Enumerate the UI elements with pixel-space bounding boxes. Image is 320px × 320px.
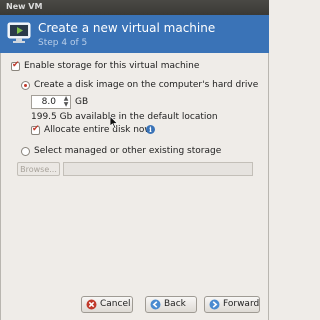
back-arrow-icon: [150, 299, 161, 310]
back-button[interactable]: Back: [145, 296, 197, 313]
enable-storage-checkbox[interactable]: [11, 60, 20, 71]
cancel-x-icon: [86, 299, 97, 310]
mouse-cursor-icon: [110, 116, 119, 129]
create-disk-label[interactable]: Create a disk image on the computer's ha…: [34, 80, 258, 90]
wizard-step: Step 4 of 5: [38, 38, 88, 48]
disk-size-unit: GB: [75, 97, 89, 107]
wizard-header: Create a new virtual machine Step 4 of 5: [0, 15, 269, 53]
forward-label: Forward: [223, 299, 260, 309]
disk-size-value[interactable]: 8.0: [34, 97, 56, 107]
cancel-button[interactable]: Cancel: [81, 296, 133, 313]
wizard-content: [0, 53, 269, 320]
storage-path-field[interactable]: [63, 162, 253, 176]
disk-size-spinbox[interactable]: 8.0 ▲ ▼: [31, 95, 71, 109]
vm-monitor-icon: [7, 22, 31, 43]
allocate-label[interactable]: Allocate entire disk now: [44, 125, 152, 135]
available-space-text: 199.5 Gb available in the default locati…: [31, 112, 218, 122]
forward-button[interactable]: Forward: [204, 296, 260, 313]
allocate-checkbox[interactable]: [31, 124, 40, 135]
create-disk-radio[interactable]: [21, 81, 30, 90]
info-icon[interactable]: i: [146, 125, 155, 134]
back-label: Back: [164, 299, 186, 309]
browse-button[interactable]: Browse...: [17, 162, 60, 176]
window-titlebar: New VM: [0, 0, 269, 15]
wizard-title: Create a new virtual machine: [38, 21, 216, 35]
managed-storage-label[interactable]: Select managed or other existing storage: [34, 146, 221, 156]
spin-down-icon[interactable]: ▼: [62, 102, 70, 108]
window-title: New VM: [6, 2, 43, 11]
forward-arrow-icon: [209, 299, 220, 310]
enable-storage-label[interactable]: Enable storage for this virtual machine: [24, 61, 199, 71]
managed-storage-radio[interactable]: [21, 147, 30, 156]
cancel-label: Cancel: [100, 299, 131, 309]
